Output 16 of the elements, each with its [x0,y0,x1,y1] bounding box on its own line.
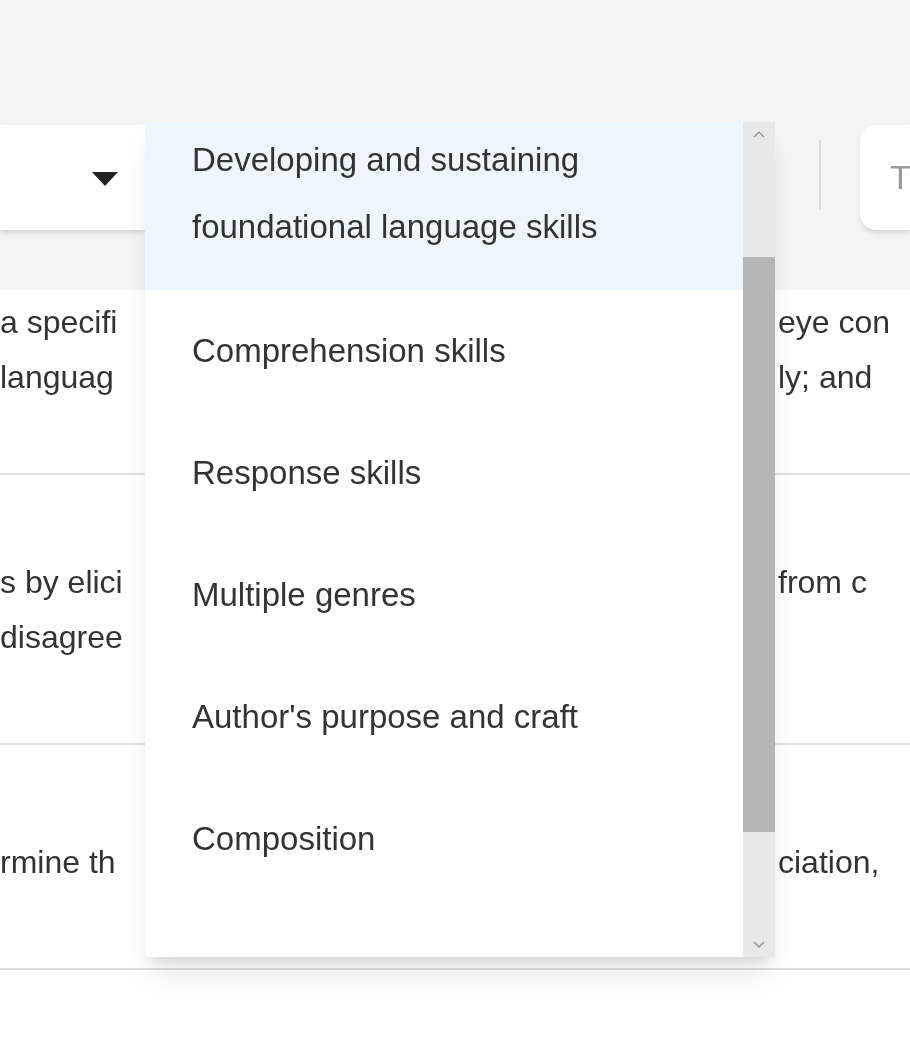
table-text: from c [778,563,868,602]
table-text: rmine th [0,843,117,882]
table-text: a specifi [0,303,119,342]
table-text: ly; and [778,358,874,397]
select-field[interactable] [0,125,145,230]
dropdown-option[interactable]: Developing and sustaining foundational language skills [145,122,743,290]
table-text: eye con [778,303,892,342]
caret-icon [92,172,118,188]
table-text: disagree [0,618,124,657]
chevron-down-icon [753,941,765,949]
table-text: ciation, [778,843,881,882]
scrollbar[interactable] [743,122,775,957]
table-text: languag [0,358,115,397]
scrollbar-thumb[interactable] [743,257,775,832]
chevron-up-icon [753,130,765,138]
table-text: s by elici [0,563,124,602]
